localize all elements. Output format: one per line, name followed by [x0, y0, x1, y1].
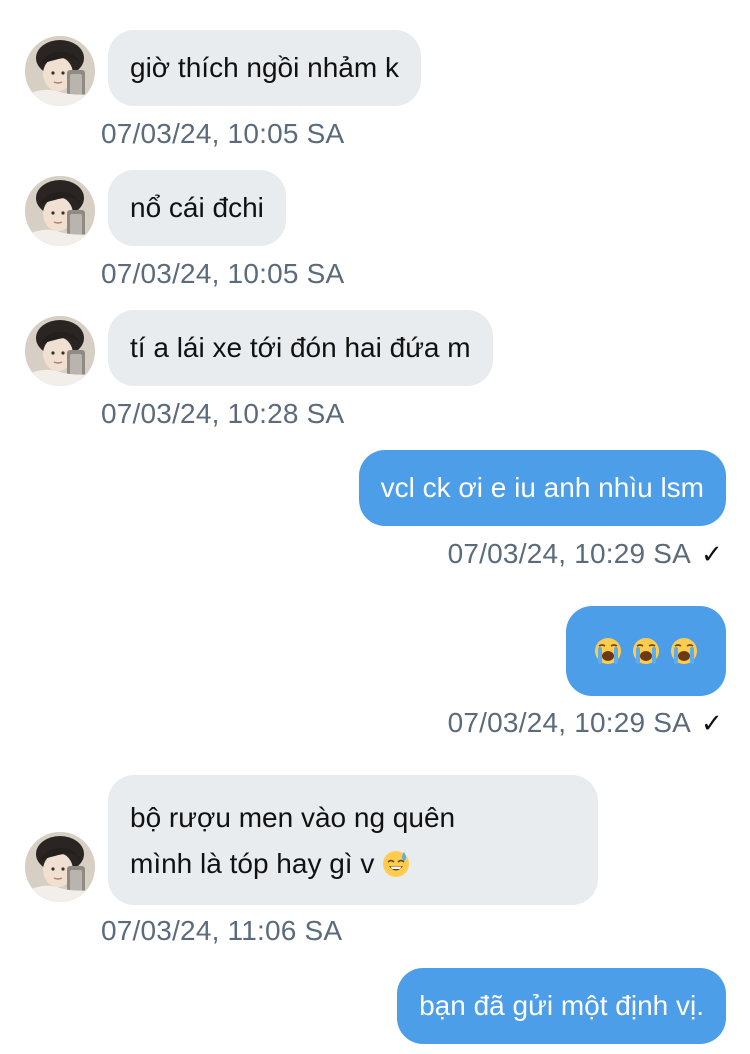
message-timestamp: 07/03/24, 11:06 SA	[101, 915, 343, 946]
message-text-line: bộ rượu men vào ng quên	[130, 802, 456, 833]
outgoing-message: vcl ck ơi e iu anh nhìu lsm 07/03/24, 10…	[0, 450, 750, 575]
loudly-crying-face-icon	[594, 637, 622, 665]
message-bubble[interactable]	[566, 606, 726, 696]
message-timestamp: 07/03/24, 10:29 SA ✓	[448, 538, 723, 570]
message-bubble[interactable]: bạn đã gửi một định vị.	[397, 968, 726, 1044]
loudly-crying-face-icon	[670, 637, 698, 665]
message-timestamp: 07/03/24, 10:05 SA	[101, 118, 345, 149]
incoming-message: tí a lái xe tới đón hai đứa m 07/03/24, …	[0, 310, 750, 435]
check-icon: ✓	[701, 708, 723, 738]
outgoing-message: 07/03/24, 10:29 SA ✓	[0, 606, 750, 739]
message-bubble[interactable]: giờ thích ngồi nhảm k	[108, 30, 421, 106]
message-text: tí a lái xe tới đón hai đứa m	[130, 332, 471, 363]
message-text: nổ cái đchi	[130, 192, 264, 223]
contact-avatar[interactable]	[25, 36, 95, 106]
contact-avatar[interactable]	[25, 176, 95, 246]
message-text-line: mình là tóp hay gì v	[130, 841, 576, 887]
message-text: giờ thích ngồi nhảm k	[130, 52, 399, 83]
message-bubble[interactable]: nổ cái đchi	[108, 170, 286, 246]
contact-avatar[interactable]	[25, 832, 95, 902]
message-timestamp: 07/03/24, 10:05 SA	[101, 258, 345, 289]
contact-avatar[interactable]	[25, 316, 95, 386]
outgoing-message: bạn đã gửi một định vị.	[0, 968, 750, 1054]
check-icon: ✓	[701, 539, 723, 569]
message-text: vcl ck ơi e iu anh nhìu lsm	[380, 472, 704, 503]
grinning-face-with-sweat-icon	[382, 850, 410, 878]
timestamp-text: 07/03/24, 10:29 SA	[447, 538, 691, 569]
message-text-line-content: mình là tóp hay gì v	[130, 848, 375, 879]
timestamp-text: 07/03/24, 10:29 SA	[447, 707, 691, 738]
message-bubble[interactable]: bộ rượu men vào ng quên mình là tóp hay …	[108, 775, 598, 905]
message-bubble[interactable]: vcl ck ơi e iu anh nhìu lsm	[358, 450, 726, 526]
message-text: bạn đã gửi một định vị.	[419, 990, 704, 1021]
incoming-message: bộ rượu men vào ng quên mình là tóp hay …	[0, 775, 750, 955]
loudly-crying-face-icon	[632, 637, 660, 665]
message-bubble[interactable]: tí a lái xe tới đón hai đứa m	[108, 310, 493, 386]
incoming-message: nổ cái đchi 07/03/24, 10:05 SA	[0, 170, 750, 295]
message-thread: giờ thích ngồi nhảm k 07/03/24, 10:05 SA…	[0, 0, 750, 1054]
message-timestamp: 07/03/24, 10:29 SA ✓	[448, 707, 723, 739]
incoming-message: giờ thích ngồi nhảm k 07/03/24, 10:05 SA	[0, 30, 750, 155]
message-timestamp: 07/03/24, 10:28 SA	[101, 398, 345, 429]
